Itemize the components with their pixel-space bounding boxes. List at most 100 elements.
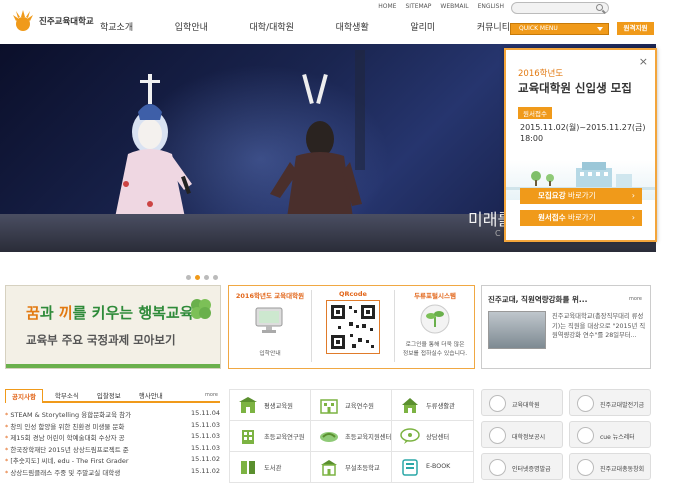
news-body: 진주교육대학교(총장직무대리 류성기)는 직원을 대상으로 "2015년 직원역… bbox=[552, 313, 646, 339]
nav-item-notice[interactable]: 알리미 bbox=[410, 20, 435, 33]
guide-button[interactable]: 모집요강 바로가기 › bbox=[520, 188, 642, 204]
tab-bid-info[interactable]: 입찰정보 bbox=[91, 389, 127, 403]
qrcode-heading: QRcode bbox=[339, 290, 367, 298]
carousel-dot[interactable] bbox=[213, 275, 218, 280]
button-certificate[interactable]: 인터넷증명발급 bbox=[481, 453, 563, 480]
apply-button[interactable]: 원서접수 바로가기 › bbox=[520, 210, 642, 226]
logo[interactable]: 진주교육대학교 bbox=[10, 6, 100, 36]
quick-link-lifelong-edu[interactable]: 평생교육원 bbox=[230, 390, 311, 421]
circle-icon bbox=[489, 395, 506, 412]
notice-title: 제15회 경남 어린이 학예술대회 수상자 공 bbox=[5, 432, 175, 444]
popup-time: 18:00 bbox=[520, 134, 544, 143]
list-item[interactable]: [추숫지도] 씨네, edu - The First Grader 15.11.0… bbox=[5, 455, 220, 467]
qrcode-panel[interactable]: QRcode bbox=[312, 286, 394, 368]
popup-title: 교육대학원 신입생 모집 bbox=[518, 81, 632, 95]
qrcode-icon bbox=[326, 300, 380, 354]
notice-tabs: 공지사항 학부소식 입찰정보 행사안내 more bbox=[5, 389, 220, 403]
close-icon[interactable]: × bbox=[639, 55, 648, 68]
quick-link-training-institute[interactable]: 교육연수원 bbox=[311, 390, 392, 421]
notice-title: 상상드림클래스 주중 및 주말교실 대학생 bbox=[5, 467, 175, 479]
tab-events[interactable]: 행사안내 bbox=[133, 389, 169, 403]
banner-headline: 꿈과 끼를 키우는 행복교육 bbox=[26, 302, 194, 323]
quick-link-label: 초등교육연구원 bbox=[264, 434, 305, 441]
quick-link-elementary-research[interactable]: 초등교육연구원 bbox=[230, 421, 311, 452]
nav-item-community[interactable]: 커뮤니티 bbox=[477, 20, 510, 33]
quick-link-label: 초등교육지원센터 bbox=[345, 434, 392, 441]
nav-item-about[interactable]: 학교소개 bbox=[100, 20, 133, 33]
utility-links: HOME SITEMAP WEBMAIL ENGLISH bbox=[378, 3, 504, 10]
remote-support-button[interactable]: 원격지원 bbox=[617, 22, 654, 35]
portal-heading: 두류포털시스템 bbox=[414, 292, 456, 300]
notice-title: 한국장학재단 2015년 상상드림프로젝트 준 bbox=[5, 444, 175, 456]
nav-item-college[interactable]: 대학/대학원 bbox=[250, 20, 294, 33]
util-home-link[interactable]: HOME bbox=[378, 3, 396, 10]
quick-menu-label: QUICK MENU bbox=[519, 25, 558, 32]
quick-link-ebook[interactable]: E-BOOK bbox=[392, 452, 473, 483]
monitor-icon bbox=[255, 307, 283, 333]
apply-button-suffix: 바로가기 bbox=[565, 213, 596, 222]
quick-link-elementary-support[interactable]: 초등교육지원센터 bbox=[311, 421, 392, 452]
util-sitemap-link[interactable]: SITEMAP bbox=[405, 3, 431, 10]
button-label: cue 뉴스레터 bbox=[600, 434, 635, 441]
quick-link-library[interactable]: 도서관 bbox=[230, 452, 311, 483]
list-item[interactable]: 창의 인성 함양을 위한 친환경 미생물 문화 15.11.03 bbox=[5, 421, 220, 433]
search-icon[interactable] bbox=[596, 4, 603, 11]
button-grad-school[interactable]: 교육대학원 bbox=[481, 389, 563, 416]
banner-word-dream: 꿈 bbox=[26, 304, 40, 322]
list-item[interactable]: 상상드림클래스 주중 및 주말교실 대학생 15.11.02 bbox=[5, 467, 220, 479]
button-label: 진주교대발전기금 bbox=[600, 402, 645, 409]
button-alumni[interactable]: 진주교대총동창회 bbox=[569, 453, 651, 480]
carousel-dot-active[interactable] bbox=[195, 275, 200, 280]
quick-links-grid: 평생교육원 교육연수원 두류생활관 초등교육연구원 초등교육지원센터 상담센터 … bbox=[229, 389, 474, 483]
right-buttons-grid: 교육대학원 진주교대발전기금 대학정보공시 cue 뉴스레터 인터넷증명발급 진… bbox=[481, 389, 651, 481]
list-item[interactable]: STEAM & Storytelling 융합문화교육 참가 15.11.04 bbox=[5, 409, 220, 421]
carousel-dot[interactable] bbox=[204, 275, 209, 280]
notice-date: 15.11.04 bbox=[191, 409, 220, 417]
news-more-link[interactable]: more bbox=[629, 296, 642, 302]
button-newsletter[interactable]: cue 뉴스레터 bbox=[569, 421, 651, 448]
util-english-link[interactable]: ENGLISH bbox=[478, 3, 504, 10]
tab-notice[interactable]: 공지사항 bbox=[5, 389, 43, 403]
popup-dates: 2015.11.02(월)~2015.11.27(금) 18:00 bbox=[520, 122, 646, 144]
ebook-icon bbox=[402, 459, 418, 476]
quick-link-label: 평생교육원 bbox=[264, 403, 293, 410]
quick-menu-select[interactable]: QUICK MENU bbox=[510, 23, 609, 35]
main-navigation: 학교소개 입학안내 대학/대학원 대학생활 알리미 커뮤니티 bbox=[100, 20, 510, 33]
portal-sprout-icon bbox=[420, 304, 450, 334]
quick-link-label: 두류생활관 bbox=[426, 403, 455, 410]
header: 진주교육대학교 HOME SITEMAP WEBMAIL ENGLISH 학교소… bbox=[0, 0, 700, 44]
quick-link-counseling[interactable]: 상담센터 bbox=[392, 421, 473, 452]
news-title[interactable]: 진주교대, 직원역량강화를 위... bbox=[488, 294, 587, 305]
banner-word-talent: 끼 bbox=[58, 304, 73, 322]
notice-date: 15.11.02 bbox=[191, 466, 220, 475]
gear-icon bbox=[577, 395, 594, 412]
nav-item-campus-life[interactable]: 대학생활 bbox=[336, 20, 369, 33]
quick-link-label: 도서관 bbox=[264, 465, 282, 472]
notice-title: STEAM & Storytelling 융합문화교육 참가 bbox=[5, 409, 175, 421]
arrow-right-icon: › bbox=[631, 213, 635, 222]
util-webmail-link[interactable]: WEBMAIL bbox=[440, 3, 468, 10]
search-input[interactable] bbox=[511, 2, 609, 14]
new-icon bbox=[489, 427, 506, 444]
button-development-fund[interactable]: 진주교대발전기금 bbox=[569, 389, 651, 416]
nav-item-admission[interactable]: 입학안내 bbox=[175, 20, 208, 33]
news-box: 진주교대, 직원역량강화를 위... more 진주교육대학교(총장직무대리 류… bbox=[481, 285, 651, 369]
notice-more-link[interactable]: more bbox=[205, 392, 218, 398]
house-icon bbox=[402, 398, 418, 413]
list-item[interactable]: 한국장학재단 2015년 상상드림프로젝트 준 15.11.03 bbox=[5, 444, 220, 456]
building2-icon bbox=[242, 430, 254, 444]
button-info-disclosure[interactable]: 대학정보공시 bbox=[481, 421, 563, 448]
happy-education-banner[interactable]: 꿈과 끼를 키우는 행복교육 교육부 주요 국정과제 모아보기 bbox=[5, 285, 221, 369]
carousel-dot[interactable] bbox=[186, 275, 191, 280]
notice-date: 15.11.02 bbox=[191, 455, 220, 463]
portal-system-link[interactable]: 두류포털시스템 로그인을 통해 더욱 많은 정보를 접하실수 있습니다. bbox=[395, 286, 475, 368]
grad-admission-link[interactable]: 2016학년도 교육대학원 입학안내 bbox=[229, 286, 311, 368]
news-thumbnail[interactable] bbox=[488, 311, 546, 349]
quick-link-affiliated-school[interactable]: 부설초등학교 bbox=[311, 452, 392, 483]
book-icon bbox=[241, 461, 255, 474]
list-item[interactable]: 제15회 경남 어린이 학예술대회 수상자 공 15.11.03 bbox=[5, 432, 220, 444]
tab-dept-news[interactable]: 학부소식 bbox=[49, 389, 85, 403]
apply-button-label: 원서접수 bbox=[538, 213, 566, 222]
popup-badge: 원서접수 bbox=[518, 107, 552, 119]
quick-link-dormitory[interactable]: 두류생활관 bbox=[392, 390, 473, 421]
